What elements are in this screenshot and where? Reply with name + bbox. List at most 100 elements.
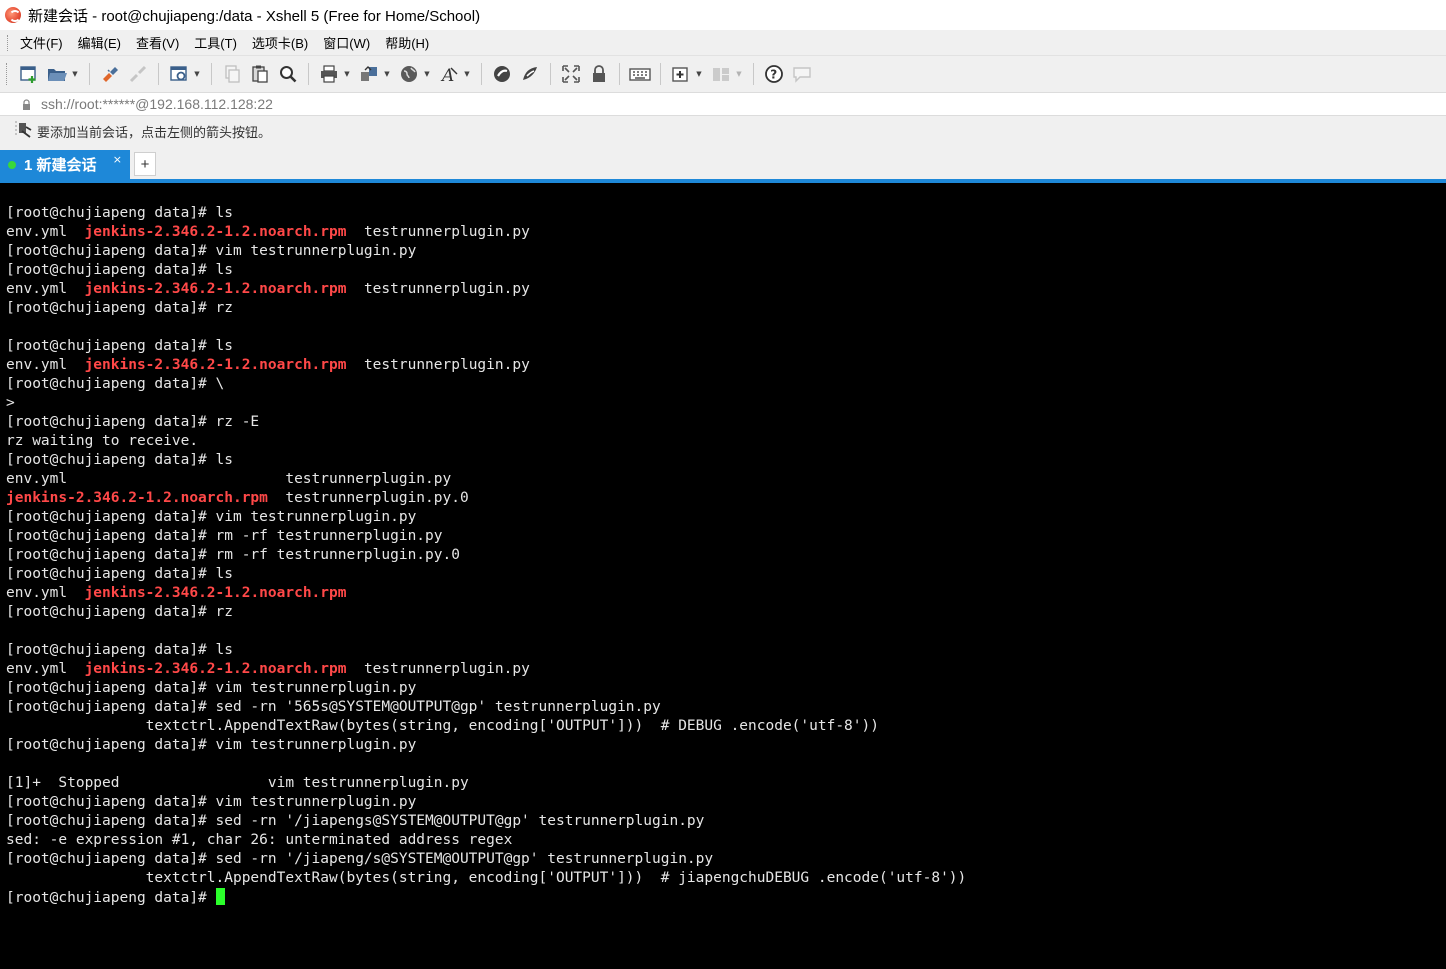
tab-session-1[interactable]: 1 新建会话 × <box>0 150 130 179</box>
terminal-line: [root@chujiapeng data]# \ <box>6 375 1446 394</box>
terminal-text: [root@chujiapeng data]# sed -rn '565s@SY… <box>6 699 661 715</box>
fullscreen-icon[interactable] <box>560 63 582 85</box>
print-icon[interactable] <box>318 63 340 85</box>
svg-text:?: ? <box>770 68 777 82</box>
keyboard-icon[interactable] <box>629 63 651 85</box>
open-folder-icon[interactable] <box>46 63 68 85</box>
terminal-text: env.yml <box>6 224 85 240</box>
font-dropdown-chevron-icon[interactable]: ▼ <box>463 63 471 85</box>
lock-icon[interactable] <box>588 63 610 85</box>
open-dropdown-chevron-icon[interactable]: ▼ <box>71 63 79 85</box>
terminal-line: textctrl.AppendTextRaw(bytes(string, enc… <box>6 717 1446 736</box>
transfer-dropdown-chevron-icon[interactable]: ▼ <box>383 63 391 85</box>
terminal-text: env.yml <box>6 585 85 601</box>
terminal-text: > <box>6 395 15 411</box>
print-dropdown-chevron-icon[interactable]: ▼ <box>343 63 351 85</box>
terminal-line: rz waiting to receive. <box>6 432 1446 451</box>
terminal-text: [root@chujiapeng data]# \ <box>6 376 225 392</box>
rpm-file-name: jenkins-2.346.2-1.2.noarch.rpm <box>84 224 347 240</box>
terminal-line: [root@chujiapeng data]# vim testrunnerpl… <box>6 508 1446 527</box>
toolbar-separator <box>158 63 159 85</box>
terminal-text: [root@chujiapeng data]# rz <box>6 300 233 316</box>
xftp-icon[interactable] <box>491 63 513 85</box>
globe-dropdown-chevron-icon[interactable]: ▼ <box>423 63 431 85</box>
layout-dropdown-chevron-icon[interactable]: ▼ <box>735 63 743 85</box>
toolbar: ▼ ▼ ▼ ▼ ▼ A ▼ ▼ ▼ ? <box>0 55 1446 92</box>
tab-close-icon[interactable]: × <box>113 153 122 166</box>
terminal-text: [root@chujiapeng data]# <box>6 890 216 906</box>
connected-status-icon <box>8 160 16 169</box>
toolbar-separator <box>211 63 212 85</box>
terminal-text: testrunnerplugin.py <box>346 357 530 373</box>
menu-tools[interactable]: 工具(T) <box>194 33 237 52</box>
menu-help[interactable]: 帮助(H) <box>385 33 429 52</box>
new-tab-button[interactable]: + <box>134 152 156 176</box>
toolbar-separator <box>308 63 309 85</box>
rpm-file-name: jenkins-2.346.2-1.2.noarch.rpm <box>84 281 347 297</box>
toolbar-separator <box>619 63 620 85</box>
add-tab-icon[interactable] <box>670 63 692 85</box>
menu-view[interactable]: 查看(V) <box>136 33 179 52</box>
globe-icon[interactable] <box>398 63 420 85</box>
terminal-cursor <box>215 888 225 905</box>
terminal-line: env.yml jenkins-2.346.2-1.2.noarch.rpm <box>6 584 1446 603</box>
terminal-line: [root@chujiapeng data]# sed -rn '565s@SY… <box>6 698 1446 717</box>
chat-icon[interactable] <box>791 63 813 85</box>
properties-icon[interactable] <box>168 63 190 85</box>
toolbar-separator <box>89 63 90 85</box>
terminal-text: [root@chujiapeng data]# ls <box>6 452 233 468</box>
menu-edit[interactable]: 编辑(E) <box>78 33 121 52</box>
toolbar-separator <box>481 63 482 85</box>
font-icon[interactable]: A <box>438 63 460 85</box>
address-text[interactable]: ssh://root:******@192.168.112.128:22 <box>41 96 273 112</box>
terminal-line: [root@chujiapeng data]# sed -rn '/jiapen… <box>6 850 1446 869</box>
terminal-line: [root@chujiapeng data]# rm -rf testrunne… <box>6 527 1446 546</box>
terminal-text: testrunnerplugin.py <box>346 224 530 240</box>
terminal-text: testrunnerplugin.py <box>346 661 530 677</box>
reconnect-icon[interactable] <box>99 63 121 85</box>
terminal-text: env.yml testrunnerplugin.py <box>6 471 452 487</box>
rpm-file-name: jenkins-2.346.2-1.2.noarch.rpm <box>84 585 347 601</box>
terminal-text: [root@chujiapeng data]# ls <box>6 338 233 354</box>
layout-icon[interactable] <box>710 63 732 85</box>
terminal-text: [1]+ Stopped vim testrunnerplugin.py <box>6 775 469 791</box>
menu-grip[interactable] <box>7 35 10 51</box>
terminal-line: [root@chujiapeng data]# ls <box>6 565 1446 584</box>
terminal-line: env.yml jenkins-2.346.2-1.2.noarch.rpm t… <box>6 660 1446 679</box>
terminal-text: [root@chujiapeng data]# ls <box>6 205 233 221</box>
terminal-output[interactable]: [root@chujiapeng data]# ls env.yml jenkin… <box>0 183 1446 969</box>
menu-file[interactable]: 文件(F) <box>20 33 63 52</box>
terminal-text: textctrl.AppendTextRaw(bytes(string, enc… <box>6 870 967 886</box>
terminal-line: [root@chujiapeng data]# sed -rn '/jiapen… <box>6 812 1446 831</box>
terminal-line: [root@chujiapeng data]# ls <box>6 337 1446 356</box>
menu-window[interactable]: 窗口(W) <box>323 33 370 52</box>
properties-dropdown-chevron-icon[interactable]: ▼ <box>193 63 201 85</box>
address-bar[interactable]: ssh://root:******@192.168.112.128:22 <box>0 92 1446 116</box>
transfer-icon[interactable] <box>358 63 380 85</box>
terminal-text: [root@chujiapeng data]# ls <box>6 642 233 658</box>
copy-icon[interactable] <box>221 63 243 85</box>
terminal-text: [root@chujiapeng data]# vim testrunnerpl… <box>6 737 417 753</box>
terminal-line: [root@chujiapeng data]# vim testrunnerpl… <box>6 793 1446 812</box>
terminal-line: [1]+ Stopped vim testrunnerplugin.py <box>6 774 1446 793</box>
paste-icon[interactable] <box>249 63 271 85</box>
disconnect-icon[interactable] <box>127 63 149 85</box>
add-tab-dropdown-chevron-icon[interactable]: ▼ <box>695 63 703 85</box>
add-session-arrow-icon[interactable] <box>14 119 34 143</box>
terminal-text: [root@chujiapeng data]# rm -rf testrunne… <box>6 547 460 563</box>
new-session-icon[interactable] <box>18 63 40 85</box>
terminal-line: [root@chujiapeng data]# vim testrunnerpl… <box>6 679 1446 698</box>
terminal-line: [root@chujiapeng data]# rz <box>6 603 1446 622</box>
menu-tabs[interactable]: 选项卡(B) <box>252 33 308 52</box>
help-icon[interactable]: ? <box>763 63 785 85</box>
terminal-text: [root@chujiapeng data]# sed -rn '/jiapen… <box>6 813 705 829</box>
terminal-text: [root@chujiapeng data]# rm -rf testrunne… <box>6 528 443 544</box>
terminal-text: [root@chujiapeng data]# ls <box>6 262 233 278</box>
xmanager-icon[interactable] <box>519 63 541 85</box>
terminal-line: env.yml jenkins-2.346.2-1.2.noarch.rpm t… <box>6 223 1446 242</box>
toolbar-grip[interactable] <box>6 63 9 85</box>
find-icon[interactable] <box>277 63 299 85</box>
terminal-text: [root@chujiapeng data]# vim testrunnerpl… <box>6 243 417 259</box>
terminal-line: textctrl.AppendTextRaw(bytes(string, enc… <box>6 869 1446 888</box>
